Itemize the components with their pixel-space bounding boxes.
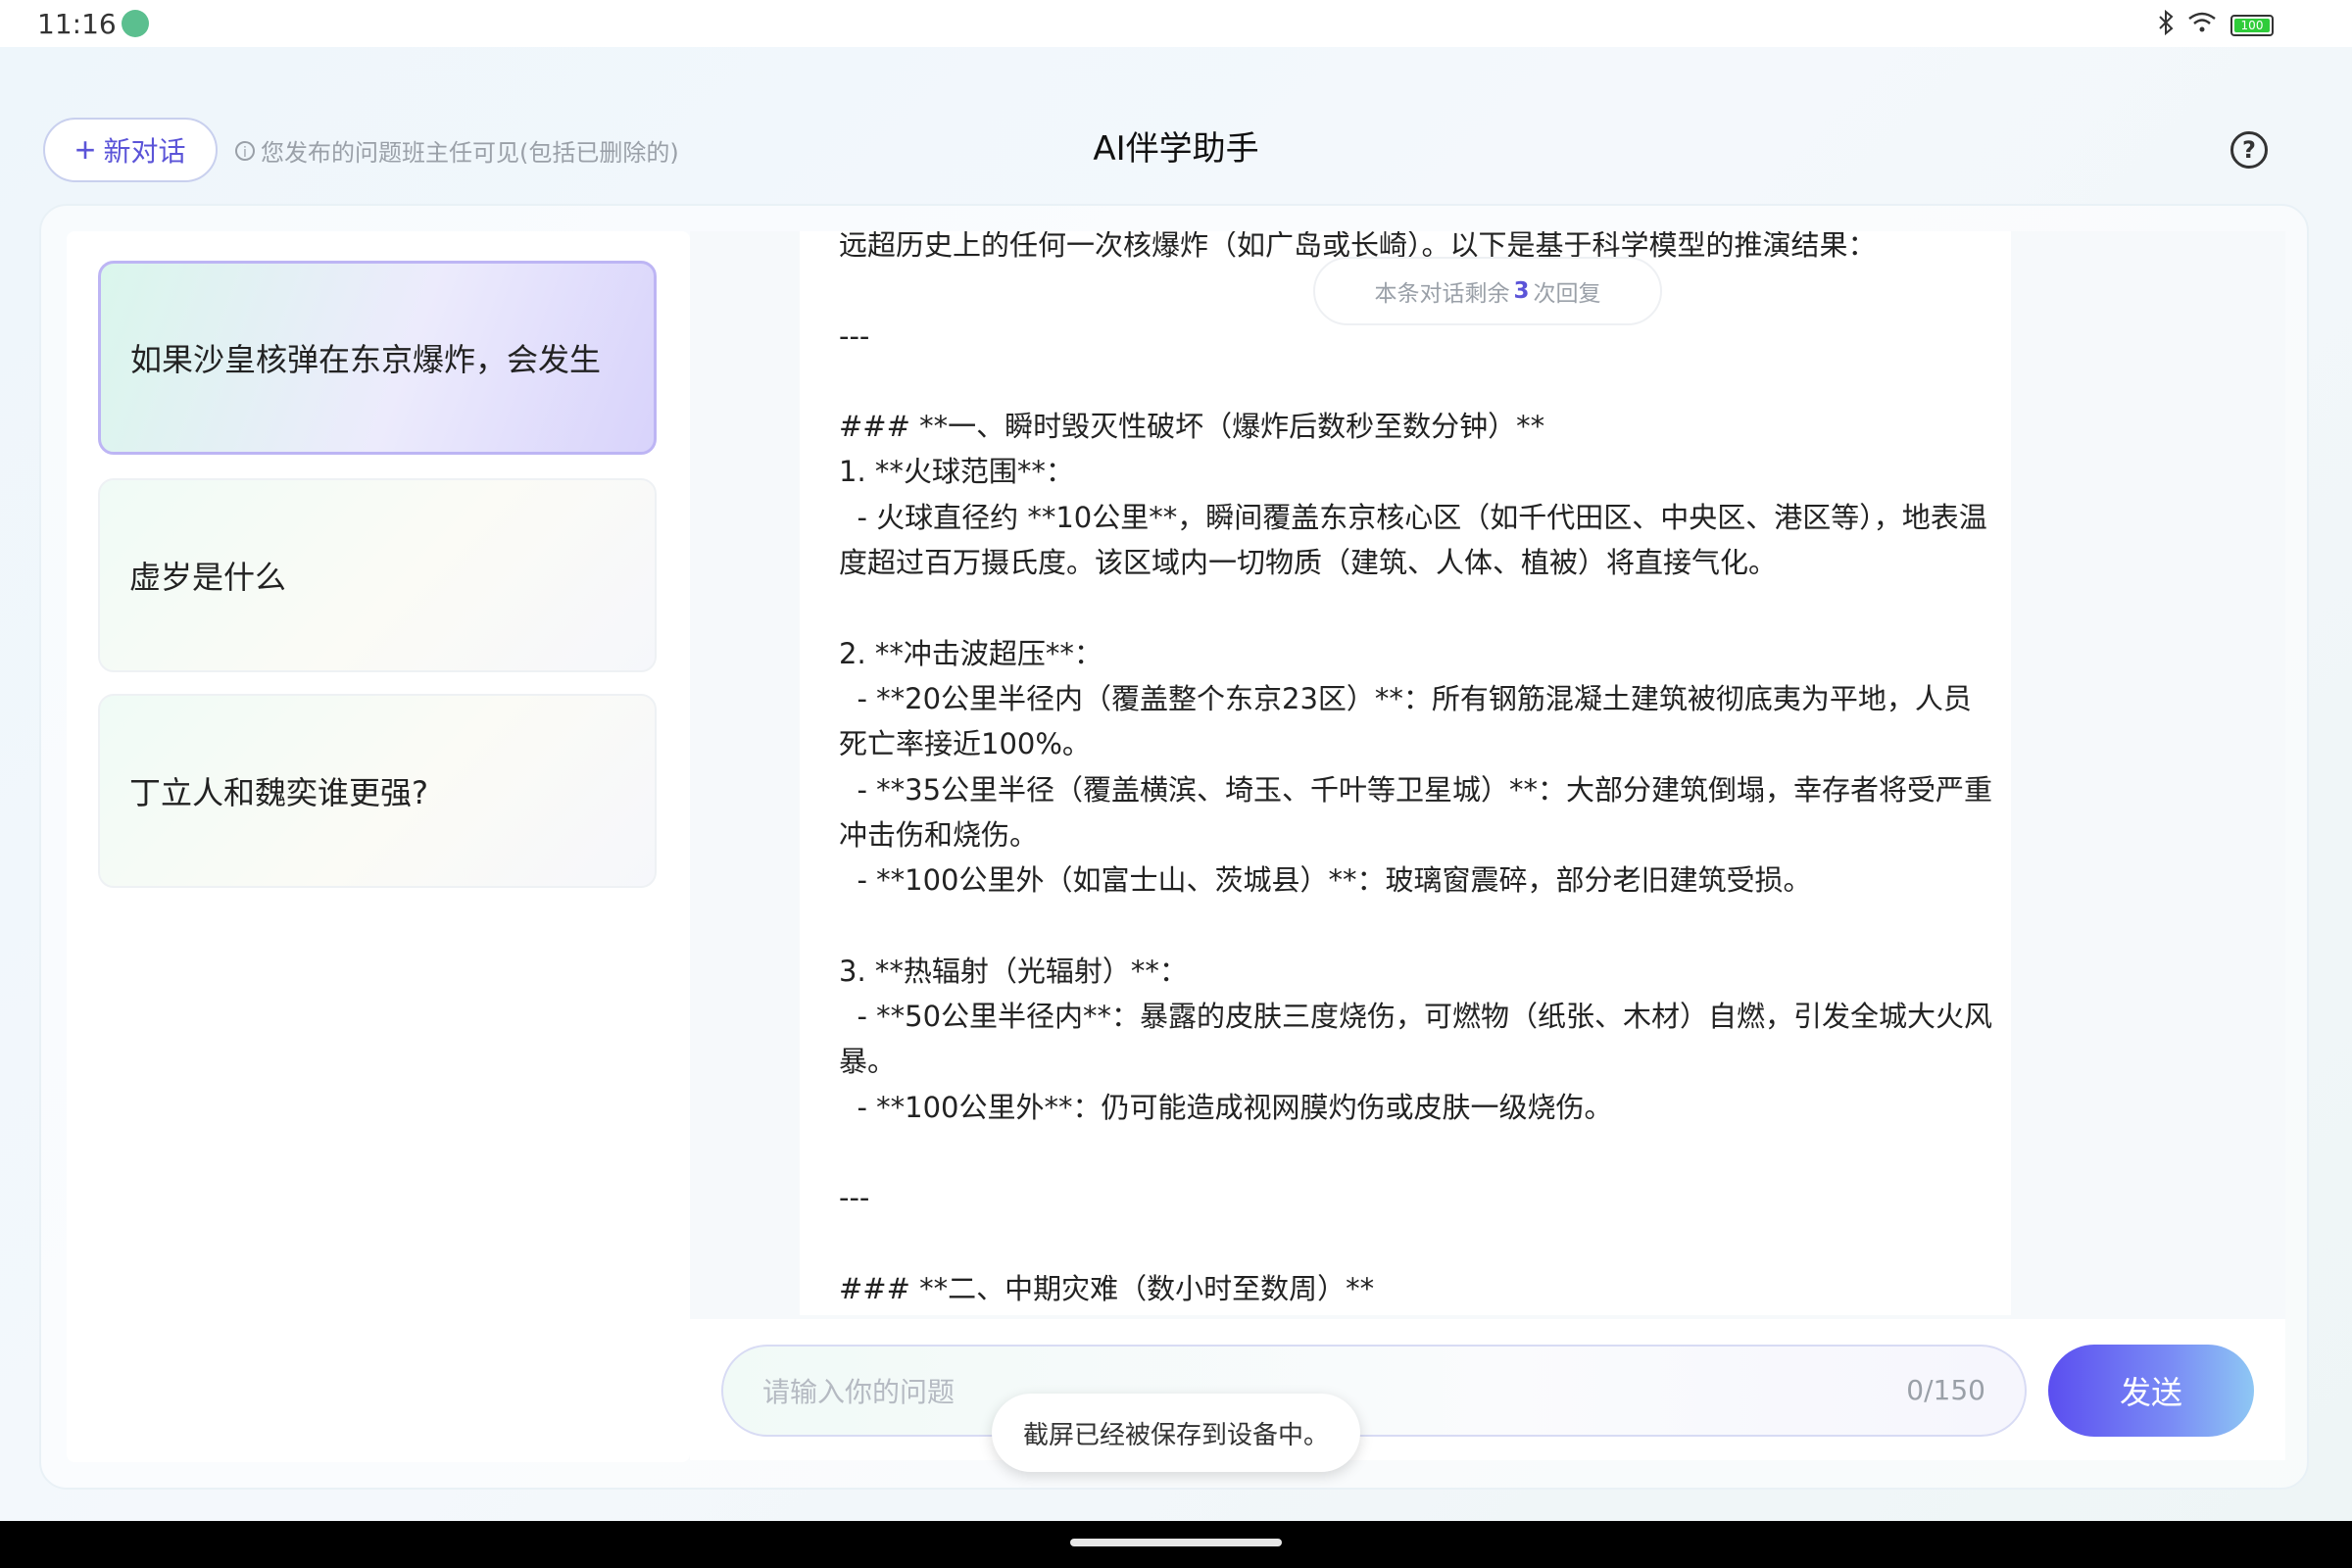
conversation-item[interactable]: 虚岁是什么	[98, 478, 657, 672]
screenshot-toast: 截屏已经被保存到设备中。	[992, 1394, 1360, 1472]
conversation-item[interactable]: 如果沙皇核弹在东京爆炸，会发生	[98, 261, 657, 455]
remaining-replies-badge: 本条对话剩余 3 次回复	[1313, 257, 1662, 325]
remaining-count: 3	[1513, 278, 1530, 304]
conversation-title: 丁立人和魏奕谁更强?	[129, 774, 428, 811]
page-title: AI伴学助手	[1093, 129, 1259, 169]
help-icon[interactable]: ?	[2230, 131, 2268, 169]
battery-icon: 100	[2230, 15, 2274, 36]
status-icons: 100	[2158, 9, 2274, 41]
app-notification-icon	[122, 10, 149, 37]
bluetooth-icon	[2158, 9, 2174, 41]
home-gesture-handle[interactable]	[1070, 1539, 1282, 1546]
conversation-title: 虚岁是什么	[129, 559, 287, 596]
remaining-suffix: 次回复	[1533, 281, 1601, 307]
status-time: 11:16	[37, 8, 117, 40]
question-input-box[interactable]: 0/150	[721, 1345, 2027, 1437]
conversation-item[interactable]: 丁立人和魏奕谁更强?	[98, 694, 657, 888]
conversation-title: 如果沙皇核弹在东京爆炸，会发生	[130, 341, 602, 378]
wifi-icon	[2187, 11, 2217, 40]
status-bar: 11:16 100	[0, 0, 2352, 47]
assistant-message[interactable]: 远超历史上的任何一次核爆炸（如广岛或长崎）。以下是基于科学模型的推演结果： --…	[800, 231, 2011, 1315]
send-button[interactable]: 发送	[2048, 1345, 2254, 1437]
message-text: 远超历史上的任何一次核爆炸（如广岛或长崎）。以下是基于科学模型的推演结果： --…	[839, 231, 1993, 1305]
char-counter: 0/150	[1906, 1374, 1985, 1406]
remaining-prefix: 本条对话剩余	[1374, 281, 1510, 307]
battery-label: 100	[2240, 19, 2264, 32]
